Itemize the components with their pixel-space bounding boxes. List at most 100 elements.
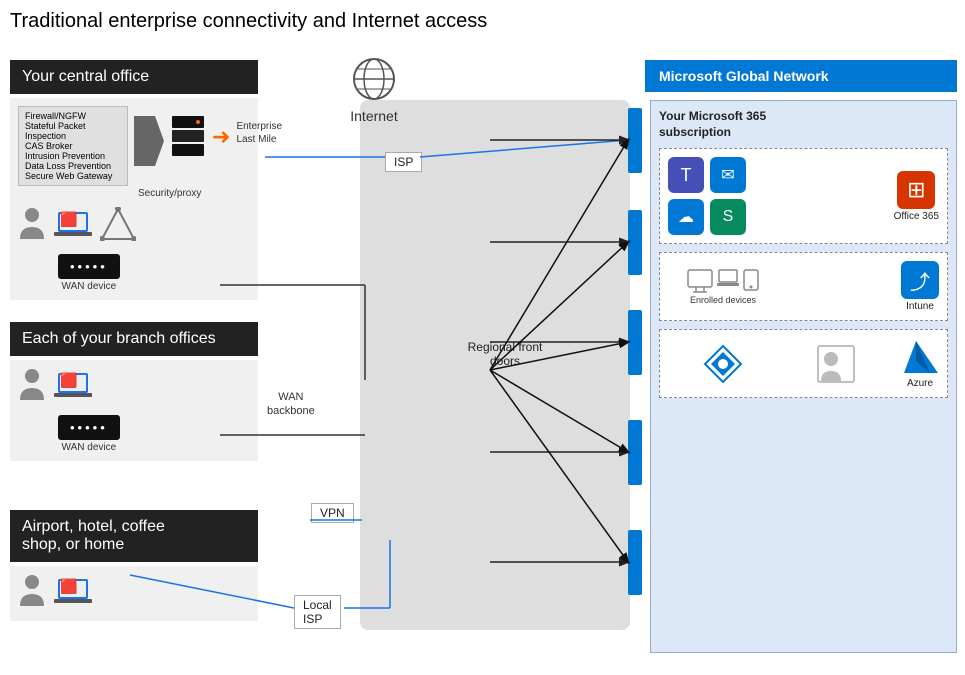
blue-bar-3 [628, 310, 642, 375]
branch-devices-row: 🟥 [18, 368, 250, 407]
vpn-label-container: VPN [311, 503, 354, 523]
central-office-label: Your central office [10, 60, 258, 94]
wan-device-box-branch: ••••• [58, 415, 120, 440]
intune-group: ⤴ Intune [901, 261, 939, 312]
enterprise-arrow: ➜ [212, 124, 230, 150]
laptop-central: 🟥 [54, 210, 92, 243]
user-icon-mobile [18, 574, 46, 608]
isp-label-container: ISP [385, 152, 422, 172]
enrolled-device-icons [687, 269, 759, 293]
mobile-devices-row: 🟥 [18, 574, 250, 613]
person-icon-central [18, 207, 46, 246]
intune-dashed-box: Enrolled devices ⤴ Intune [659, 252, 948, 321]
security-item-6: Secure Web Gateway [25, 171, 121, 181]
enrolled-devices-label: Enrolled devices [690, 295, 756, 305]
globe-icon [350, 55, 398, 103]
tablet-icon [743, 269, 759, 291]
person-icon-branch [18, 368, 46, 407]
mobile-office-content: 🟥 [10, 566, 258, 621]
azure-ad-group [668, 342, 778, 386]
security-item-4: Intrusion Prevention [25, 151, 121, 161]
office-logo-branch: 🟥 [60, 373, 77, 387]
office365-row: T ✉ ☁ S ⊞ Office 365 [668, 157, 939, 235]
local-isp-label-container: LocalISP [294, 595, 341, 629]
wan-device-central-row: ••••• WAN device [58, 254, 250, 292]
msft-subscription-title: Your Microsoft 365subscription [659, 109, 948, 140]
enterprise-last-mile: EnterpriseLast Mile [236, 120, 282, 146]
branch-office-content: 🟥 ••••• WAN device [10, 360, 258, 461]
user-icon [18, 207, 46, 241]
user-icon-branch [18, 368, 46, 402]
person-card-group [817, 345, 855, 383]
laptop-branch: 🟥 [54, 371, 92, 404]
azure-label: Azure [907, 378, 933, 389]
diagram-container: Traditional enterprise connectivity and … [0, 0, 965, 675]
azure-ad-icon [701, 342, 745, 386]
branch-office-section: Each of your branch offices 🟥 [10, 322, 258, 475]
vpn-label: VPN [311, 503, 354, 523]
server-icon [170, 114, 206, 169]
central-office-section: Your central office Firewall/NGFW Statef… [10, 60, 258, 314]
security-item-2: Stateful Packet Inspection [25, 121, 121, 141]
office365-icons: T ✉ ☁ S [668, 157, 778, 235]
security-item-5: Data Loss Prevention [25, 161, 121, 171]
blue-bar-2 [628, 210, 642, 275]
azure-group: Azure [901, 338, 939, 389]
branch-office-label: Each of your branch offices [10, 322, 258, 356]
regional-front-doors-label: Regional front doors [455, 340, 555, 368]
blue-bar-5 [628, 530, 642, 595]
security-item-3: CAS Broker [25, 141, 121, 151]
wan-device-box-central: ••••• [58, 254, 120, 279]
msft-global-network-header: Microsoft Global Network [645, 60, 957, 92]
intune-icon: ⤴ [901, 261, 939, 299]
office365-label-group: ⊞ Office 365 [894, 171, 939, 222]
security-items-box: Firewall/NGFW Stateful Packet Inspection… [18, 106, 128, 186]
mobile-office-label: Airport, hotel, coffeeshop, or home [10, 510, 258, 562]
page-title: Traditional enterprise connectivity and … [10, 10, 955, 33]
office365-label: Office 365 [894, 211, 939, 222]
wan-device-branch-row: ••••• WAN device [58, 415, 250, 453]
azure-icon [901, 338, 939, 376]
security-arrow [134, 116, 164, 166]
blue-bar-4 [628, 420, 642, 485]
internet-label: Internet [350, 108, 398, 124]
server-stack [170, 114, 206, 174]
security-proxy-label: Security/proxy [138, 188, 250, 199]
central-office-content: Firewall/NGFW Stateful Packet Inspection… [10, 98, 258, 300]
azure-diamond-icon [703, 344, 743, 384]
wan-device-label-central: WAN device [58, 281, 120, 292]
onedrive-icon: ☁ [668, 199, 704, 235]
security-item-1: Firewall/NGFW [25, 111, 121, 121]
wan-device-branch: ••••• WAN device [58, 415, 120, 453]
sharepoint-icon: S [710, 199, 746, 235]
wan-device-central: ••••• WAN device [58, 254, 120, 292]
wan-backbone-label: WANbackbone [267, 390, 315, 419]
office365-icon: ⊞ [897, 171, 935, 209]
intune-label: Intune [906, 301, 934, 312]
network-icon [100, 207, 136, 241]
internet-area: Internet [350, 55, 398, 124]
msft-subscription-container: Your Microsoft 365subscription T ✉ ☁ S ⊞… [650, 100, 957, 653]
person-icon-mobile [18, 574, 46, 613]
azure-logo-icon [902, 339, 938, 375]
arrow-shape [134, 116, 164, 166]
office365-dashed-box: T ✉ ☁ S ⊞ Office 365 [659, 148, 948, 244]
local-isp-label: LocalISP [294, 595, 341, 629]
azure-row: Azure [668, 338, 939, 389]
blue-bar-1 [628, 108, 642, 173]
office-logo-central: 🟥 [60, 212, 77, 226]
office-logo-mobile: 🟥 [60, 579, 77, 593]
isp-label: ISP [385, 152, 422, 172]
enrolled-devices-group: Enrolled devices [668, 269, 778, 305]
laptop-mobile: 🟥 [54, 577, 92, 610]
person-card-icon [817, 345, 855, 383]
laptop-small-icon [717, 269, 739, 289]
teams-icon: T [668, 157, 704, 193]
mobile-office-section: Airport, hotel, coffeeshop, or home 🟥 [10, 510, 258, 635]
intune-row: Enrolled devices ⤴ Intune [668, 261, 939, 312]
network-triangle-central [100, 207, 136, 246]
monitor-icon [687, 269, 713, 293]
central-devices-row: 🟥 [18, 207, 250, 246]
wan-device-label-branch: WAN device [58, 442, 120, 453]
exchange-icon: ✉ [710, 157, 746, 193]
